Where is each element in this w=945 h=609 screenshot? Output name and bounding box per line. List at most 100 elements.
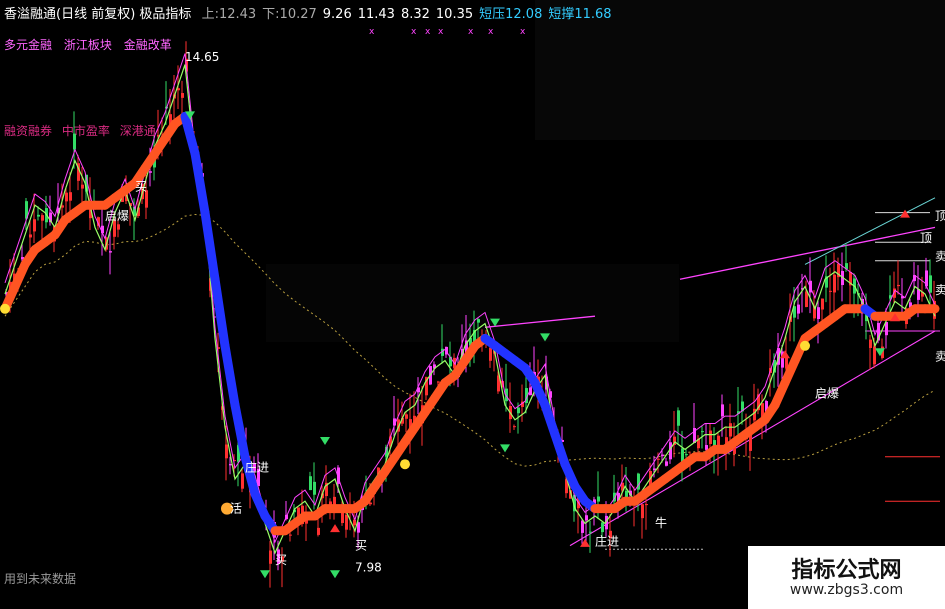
candle-body — [729, 423, 732, 437]
annotation-label: 庄进 — [245, 460, 269, 475]
annotation-label: 买 — [355, 538, 367, 552]
concept-tag: 金融改革 — [123, 38, 172, 52]
candle-body — [29, 234, 32, 238]
signal-dot — [800, 340, 810, 351]
x-marker: x — [488, 27, 494, 37]
candle-body — [929, 275, 932, 293]
annotation-label: 庄进 — [595, 534, 619, 549]
x-marker: x — [369, 27, 375, 37]
candle-body — [181, 93, 184, 98]
candle-body — [513, 426, 516, 428]
candle-body — [701, 431, 704, 433]
candle-body — [641, 504, 644, 519]
chart-header: 香溢融通(日线 前复权) 极品指标 上:12.43 下:10.27 9.26 11.4… — [4, 3, 624, 22]
signal-dot — [400, 459, 410, 470]
footer-note: 用到未来数据 — [4, 572, 77, 586]
candle-body — [657, 458, 660, 460]
candle-body — [721, 404, 724, 417]
candle-body — [581, 520, 584, 533]
header-stat: 上:12.43 — [201, 7, 257, 22]
candle-body — [405, 414, 408, 419]
candle-body — [709, 430, 712, 444]
header-stat: 10.35 — [435, 7, 474, 22]
candle-body — [677, 410, 680, 426]
brand-url: www.zbgs3.com — [789, 582, 904, 598]
candle-body — [797, 304, 800, 314]
annotation-label: 启爆 — [815, 387, 839, 401]
x-marker: x — [520, 27, 526, 37]
candle-body — [289, 534, 292, 536]
concept-tag: 浙江板块 — [63, 38, 112, 52]
candle-body — [917, 289, 920, 300]
concept-tag: 多元金融 — [4, 38, 53, 52]
annotation-label: 卖 — [935, 250, 945, 264]
candle-body — [241, 473, 244, 489]
header-stat: 下:10.27 — [262, 7, 317, 22]
center-mask — [266, 264, 679, 342]
candle-body — [833, 274, 836, 293]
candle-body — [81, 184, 84, 189]
header-stat: 短撑11.68 — [548, 7, 612, 22]
candle-body — [317, 527, 320, 535]
annotation-label: 卖 — [935, 283, 945, 297]
candle-body — [225, 444, 228, 459]
candle-body — [37, 214, 40, 217]
concept-tag: 融资融券 — [4, 124, 53, 138]
candle-body — [117, 224, 120, 230]
header-stat: 9.26 — [322, 7, 352, 22]
candle-body — [597, 496, 600, 502]
candle-body — [665, 461, 668, 466]
candle-body — [69, 192, 72, 201]
annotation-label: 牛 — [655, 515, 667, 530]
annotation-label: 买 — [135, 179, 147, 193]
candle-body — [805, 291, 808, 307]
candle-body — [149, 171, 152, 173]
candle-body — [41, 215, 44, 221]
candle-body — [645, 503, 648, 506]
candle-body — [33, 219, 36, 232]
candle-body — [829, 290, 832, 292]
concept-tag: 深港通 — [119, 124, 156, 138]
concept-row-2: 融资融券 中市盈率 深港通 — [4, 122, 162, 139]
candle-body — [489, 347, 492, 361]
candle-body — [705, 445, 708, 450]
header-stat: 短压12.08 — [479, 7, 543, 22]
candle-body — [817, 307, 820, 320]
candle-body — [353, 519, 356, 526]
signal-dot — [0, 303, 10, 314]
candle-body — [869, 339, 872, 348]
concept-row: 多元金融 浙江板块 金融改革 — [4, 36, 180, 53]
annotation-label: 7.98 — [355, 561, 382, 575]
candle-body — [65, 192, 68, 202]
candle-body — [345, 514, 348, 530]
brand-title: 指标公式网 — [791, 558, 902, 583]
candle-body — [821, 298, 824, 310]
x-marker: x — [425, 27, 431, 37]
candle-body — [437, 381, 440, 383]
candle-body — [897, 284, 900, 287]
annotation-label: 启爆 — [105, 209, 129, 223]
x-marker: x — [411, 27, 417, 37]
candle-body — [309, 476, 312, 491]
annotation-label: 顶 — [935, 209, 945, 223]
candle-body — [685, 454, 688, 456]
candle-body — [269, 550, 272, 564]
annotation-label: 顶 — [920, 231, 932, 245]
x-marker: x — [468, 27, 474, 37]
candle-body — [369, 502, 372, 505]
annotation-label: 卖 — [935, 350, 945, 364]
concept-tag: 中市盈率 — [61, 124, 110, 138]
candle-body — [313, 481, 316, 495]
candle-body — [517, 407, 520, 414]
candle-body — [585, 515, 588, 521]
header-stats: 上:12.43 下:10.27 9.26 11.43 8.32 10.35 短压12.08 短… — [202, 7, 618, 22]
candle-body — [873, 346, 876, 365]
candle-body — [661, 454, 664, 457]
annotation-label: 活 — [230, 501, 242, 515]
header-stat: 8.32 — [400, 7, 430, 22]
chart-title: 香溢融通(日线 前复权) 极品指标 — [4, 7, 192, 22]
candle-body — [589, 531, 592, 533]
candle-body — [109, 251, 112, 253]
brand-watermark: 指标公式网 www.zbgs3.com — [748, 546, 945, 609]
candle-body — [477, 319, 480, 323]
